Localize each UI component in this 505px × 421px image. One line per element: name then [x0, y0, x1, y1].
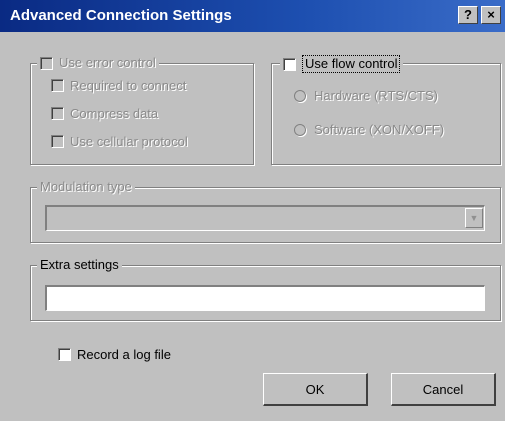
error-control-legend: Use error control	[37, 55, 159, 71]
extra-settings-legend: Extra settings	[37, 257, 122, 273]
extra-settings-input[interactable]	[45, 285, 485, 311]
help-button[interactable]: ?	[458, 6, 478, 24]
modulation-select[interactable]: ▼	[45, 205, 485, 231]
extra-settings-group: Extra settings	[30, 257, 501, 321]
compress-data-checkbox[interactable]	[51, 107, 64, 120]
window-title: Advanced Connection Settings	[10, 7, 232, 24]
cellular-protocol-label: Use cellular protocol	[70, 134, 188, 149]
cellular-protocol-checkbox[interactable]	[51, 135, 64, 148]
title-bar: Advanced Connection Settings ? ×	[0, 0, 505, 32]
use-error-control-checkbox[interactable]	[40, 56, 53, 70]
hardware-radio[interactable]	[294, 89, 306, 102]
software-radio[interactable]	[294, 123, 306, 136]
software-label: Software (XON/XOFF)	[314, 122, 445, 137]
hardware-flow-option[interactable]: Hardware (RTS/CTS)	[294, 88, 438, 103]
software-flow-option[interactable]: Software (XON/XOFF)	[294, 122, 444, 137]
flow-control-group: Use flow control Hardware (RTS/CTS) Soft…	[271, 55, 501, 165]
required-to-connect-checkbox[interactable]	[51, 79, 64, 92]
record-log-option[interactable]: Record a log file	[58, 347, 171, 362]
record-log-checkbox[interactable]	[58, 348, 71, 361]
modulation-group: Modulation type ▼	[30, 179, 501, 243]
hardware-label: Hardware (RTS/CTS)	[314, 88, 439, 103]
use-flow-control-label[interactable]: Use flow control	[302, 55, 401, 73]
use-error-control-label: Use error control	[59, 55, 156, 70]
use-flow-control-checkbox[interactable]	[283, 57, 296, 71]
cancel-button[interactable]: Cancel	[391, 373, 496, 406]
compress-data-option[interactable]: Compress data	[51, 106, 158, 121]
required-to-connect-option[interactable]: Required to connect	[51, 78, 186, 93]
error-control-group: Use error control Required to connect Co…	[30, 55, 254, 165]
ok-button[interactable]: OK	[263, 373, 368, 406]
required-to-connect-label: Required to connect	[70, 78, 187, 93]
modulation-legend: Modulation type	[37, 179, 135, 195]
flow-control-legend: Use flow control	[280, 55, 404, 73]
cellular-protocol-option[interactable]: Use cellular protocol	[51, 134, 188, 149]
record-log-label: Record a log file	[77, 347, 171, 362]
compress-data-label: Compress data	[70, 106, 159, 121]
close-button[interactable]: ×	[481, 6, 501, 24]
dropdown-arrow-icon[interactable]: ▼	[465, 208, 483, 228]
